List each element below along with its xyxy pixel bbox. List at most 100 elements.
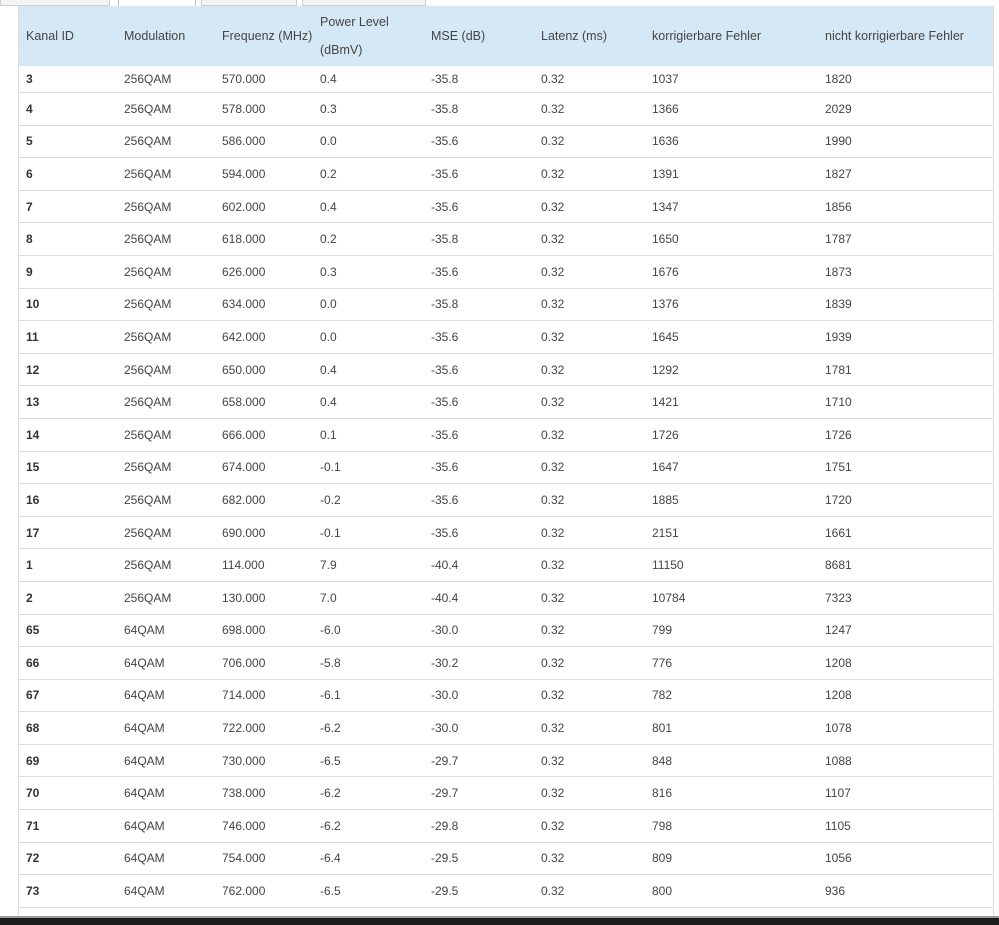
cell-frequenz: 706.000	[215, 646, 313, 680]
cell-frequenz: 586.000	[215, 125, 313, 159]
cell-modulation: 256QAM	[117, 255, 215, 289]
cell-kanal-id: 7	[19, 190, 117, 224]
cell-frequenz: 658.000	[215, 385, 313, 419]
cell-latenz: 0.32	[534, 776, 645, 811]
table-row: 67 64QAM 714.000 -6.1 -30.0 0.32 782 1208	[19, 679, 993, 713]
table-row: 71 64QAM 746.000 -6.2 -29.8 0.32 798 1105	[19, 809, 993, 843]
header-modulation: Modulation	[117, 6, 215, 66]
cell-modulation: 256QAM	[117, 66, 215, 93]
cell-kanal-id: 73	[19, 874, 117, 908]
header-power-level: Power Level (dBmV)	[313, 6, 424, 66]
cell-power-level: 7.9	[313, 548, 424, 582]
cell-kanal-id: 13	[19, 385, 117, 419]
table-row: 15 256QAM 674.000 -0.1 -35.6 0.32 1647 1751	[19, 451, 993, 485]
cell-frequenz: 618.000	[215, 222, 313, 256]
cell-power-level: 0.3	[313, 92, 424, 126]
cell-kanal-id: 4	[19, 92, 117, 126]
table-row: 72 64QAM 754.000 -6.4 -29.5 0.32 809 1056	[19, 842, 993, 876]
cell-latenz: 0.32	[534, 679, 645, 713]
cell-nicht-korrigierbare-fehler: 2029	[818, 92, 993, 126]
cell-latenz: 0.32	[534, 451, 645, 485]
cell-frequenz: 738.000	[215, 776, 313, 811]
table-row: 17 256QAM 690.000 -0.1 -35.6 0.32 2151 1661	[19, 516, 993, 550]
cell-modulation: 64QAM	[117, 711, 215, 745]
cell-latenz: 0.32	[534, 288, 645, 322]
cell-power-level: 7.0	[313, 581, 424, 615]
cell-mse: -35.6	[424, 157, 534, 191]
cell-power-level: 0.0	[313, 288, 424, 322]
cell-modulation: 256QAM	[117, 516, 215, 550]
cell-latenz: 0.32	[534, 320, 645, 354]
cell-modulation: 256QAM	[117, 92, 215, 126]
cell-frequenz: 650.000	[215, 353, 313, 387]
cell-kanal-id: 8	[19, 222, 117, 256]
cell-korrigierbare-fehler: 799	[645, 614, 818, 648]
cell-modulation: 64QAM	[117, 809, 215, 843]
cell-frequenz: 578.000	[215, 92, 313, 126]
header-latenz: Latenz (ms)	[534, 6, 645, 66]
cell-korrigierbare-fehler: 1647	[645, 451, 818, 485]
table-row: 70 64QAM 738.000 -6.2 -29.7 0.32 816 1107	[19, 776, 993, 811]
cell-korrigierbare-fehler: 1421	[645, 385, 818, 419]
cell-mse: -30.2	[424, 646, 534, 680]
table-row: 14 256QAM 666.000 0.1 -35.6 0.32 1726 1726	[19, 418, 993, 452]
table-row: 73 64QAM 762.000 -6.5 -29.5 0.32 800 936	[19, 874, 993, 908]
cell-nicht-korrigierbare-fehler: 1078	[818, 711, 993, 745]
cell-modulation: 256QAM	[117, 125, 215, 159]
cell-nicht-korrigierbare-fehler: 1839	[818, 288, 993, 322]
cell-modulation: 256QAM	[117, 157, 215, 191]
table-row: 68 64QAM 722.000 -6.2 -30.0 0.32 801 1078	[19, 711, 993, 745]
cell-korrigierbare-fehler: 10784	[645, 581, 818, 615]
table-row: 69 64QAM 730.000 -6.5 -29.7 0.32 848 1088	[19, 744, 993, 778]
cell-mse: -35.6	[424, 418, 534, 452]
cell-kanal-id: 65	[19, 614, 117, 648]
cell-korrigierbare-fehler: 1636	[645, 125, 818, 159]
cell-nicht-korrigierbare-fehler: 1827	[818, 157, 993, 191]
table-row: 5 256QAM 586.000 0.0 -35.6 0.32 1636 1990	[19, 125, 993, 159]
cell-latenz: 0.32	[534, 92, 645, 126]
cell-frequenz: 666.000	[215, 418, 313, 452]
cell-modulation: 256QAM	[117, 320, 215, 354]
cell-frequenz: 698.000	[215, 614, 313, 648]
cell-mse: -35.8	[424, 288, 534, 322]
cell-latenz: 0.32	[534, 66, 645, 93]
cell-kanal-id: 71	[19, 809, 117, 843]
cell-power-level: -6.5	[313, 874, 424, 908]
cell-power-level: 0.4	[313, 353, 424, 387]
cell-frequenz: 754.000	[215, 842, 313, 876]
cell-power-level: -6.4	[313, 842, 424, 876]
cell-mse: -35.6	[424, 190, 534, 224]
cell-korrigierbare-fehler: 809	[645, 842, 818, 876]
cell-latenz: 0.32	[534, 842, 645, 876]
table-row: 11 256QAM 642.000 0.0 -35.6 0.32 1645 1939	[19, 320, 993, 354]
cell-frequenz: 594.000	[215, 157, 313, 191]
cell-nicht-korrigierbare-fehler: 1990	[818, 125, 993, 159]
cell-mse: -29.5	[424, 842, 534, 876]
cell-korrigierbare-fehler: 800	[645, 874, 818, 908]
cell-mse: -40.4	[424, 581, 534, 615]
table-row: 1 256QAM 114.000 7.9 -40.4 0.32 11150 8681	[19, 548, 993, 582]
cell-power-level: -6.0	[313, 614, 424, 648]
table-row: 12 256QAM 650.000 0.4 -35.6 0.32 1292 1781	[19, 353, 993, 387]
cell-modulation: 256QAM	[117, 288, 215, 322]
cell-kanal-id: 1	[19, 548, 117, 582]
cell-modulation: 64QAM	[117, 646, 215, 680]
cell-korrigierbare-fehler: 776	[645, 646, 818, 680]
cell-power-level: 0.4	[313, 190, 424, 224]
cell-nicht-korrigierbare-fehler: 7323	[818, 581, 993, 615]
cell-korrigierbare-fehler: 1037	[645, 66, 818, 93]
cell-kanal-id: 17	[19, 516, 117, 550]
cell-korrigierbare-fehler: 1366	[645, 92, 818, 126]
cell-latenz: 0.32	[534, 483, 645, 517]
table-row: 8 256QAM 618.000 0.2 -35.8 0.32 1650 1787	[19, 222, 993, 256]
cell-kanal-id: 72	[19, 842, 117, 876]
table-row: 65 64QAM 698.000 -6.0 -30.0 0.32 799 1247	[19, 614, 993, 648]
cell-kanal-id: 69	[19, 744, 117, 778]
cell-modulation: 256QAM	[117, 451, 215, 485]
cell-nicht-korrigierbare-fehler: 1820	[818, 66, 993, 93]
cell-nicht-korrigierbare-fehler: 1856	[818, 190, 993, 224]
table-row: 9 256QAM 626.000 0.3 -35.6 0.32 1676 1873	[19, 255, 993, 289]
cell-nicht-korrigierbare-fehler: 1710	[818, 385, 993, 419]
cell-frequenz: 730.000	[215, 744, 313, 778]
cell-korrigierbare-fehler: 1292	[645, 353, 818, 387]
